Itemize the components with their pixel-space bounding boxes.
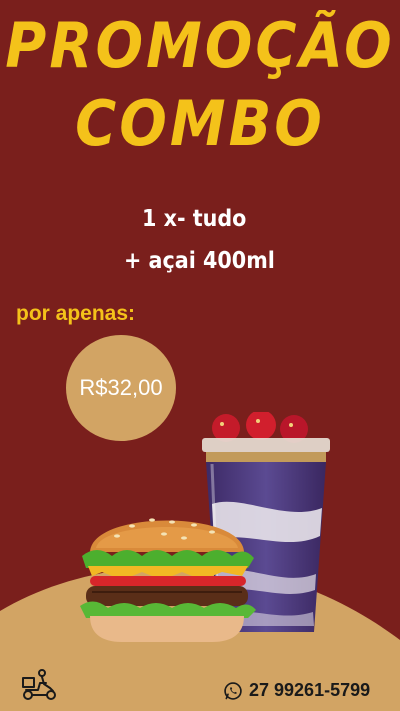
price-value: R$32,00 (79, 375, 163, 400)
by-only-label: por apenas: (16, 302, 136, 325)
price-badge: R$32,00 (66, 335, 176, 441)
whatsapp-icon (224, 681, 242, 700)
phone-contact[interactable]: 27 99261-5799 (223, 680, 370, 701)
combo-item-2: + açai 400ml (124, 248, 275, 274)
title-line-2: COMBO (75, 88, 325, 161)
delivery-icon (22, 669, 56, 700)
combo-item-1: 1 x- tudo (142, 206, 247, 232)
burger-image (80, 518, 256, 642)
promo-poster: PROMOÇÃO COMBO 1 x- tudo + açai 400ml po… (0, 0, 400, 711)
phone-number: 27 99261-5799 (249, 680, 371, 700)
title-line-1: PROMOÇÃO (5, 10, 395, 83)
